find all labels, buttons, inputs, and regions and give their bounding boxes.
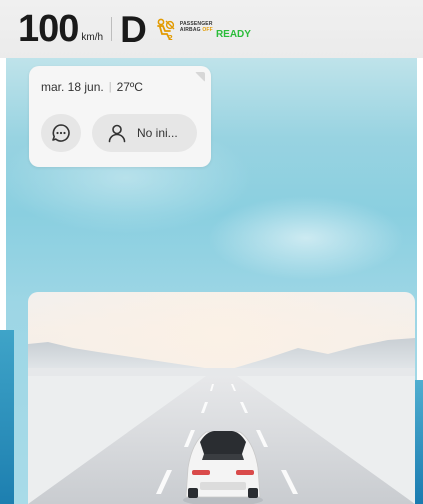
ready-indicator: READY (215, 28, 251, 40)
svg-text:2: 2 (168, 34, 173, 41)
status-bar: 100 km/h D 2 PASSENGER AIRBAG OFF READY (0, 0, 423, 58)
user-icon (108, 124, 126, 143)
user-profile-button[interactable]: No ini... (92, 114, 197, 152)
info-card: mar. 18 jun. | 27ºC No ini... (29, 66, 211, 167)
status-divider (111, 17, 113, 41)
speed-unit: km/h (81, 31, 104, 43)
airbag-text: AIRBAG OFF (180, 27, 213, 33)
airbag-status-label: PASSENGER AIRBAG OFF (180, 21, 213, 33)
date-separator: | (108, 81, 112, 93)
temperature-text: 27ºC (116, 80, 143, 94)
gear-indicator: D (120, 8, 147, 50)
card-expand-corner[interactable] (195, 72, 205, 82)
date-text: mar. 18 jun. (41, 80, 104, 94)
chat-bubble-icon (52, 124, 70, 142)
airbag-word: AIRBAG (179, 27, 201, 33)
dashboard-screen: 100 km/h D 2 PASSENGER AIRBAG OFF READY … (0, 0, 423, 504)
road-scene (28, 292, 415, 504)
driving-visualization (28, 292, 415, 504)
date-temperature-row: mar. 18 jun. | 27ºC (41, 80, 143, 94)
airbag-off-icon: 2 (156, 18, 175, 41)
chat-button[interactable] (41, 114, 81, 152)
user-label: No ini... (137, 126, 178, 140)
sky-edge-left (0, 330, 14, 504)
airbag-off-word: OFF (202, 27, 213, 33)
speed-value: 100 (18, 8, 79, 50)
